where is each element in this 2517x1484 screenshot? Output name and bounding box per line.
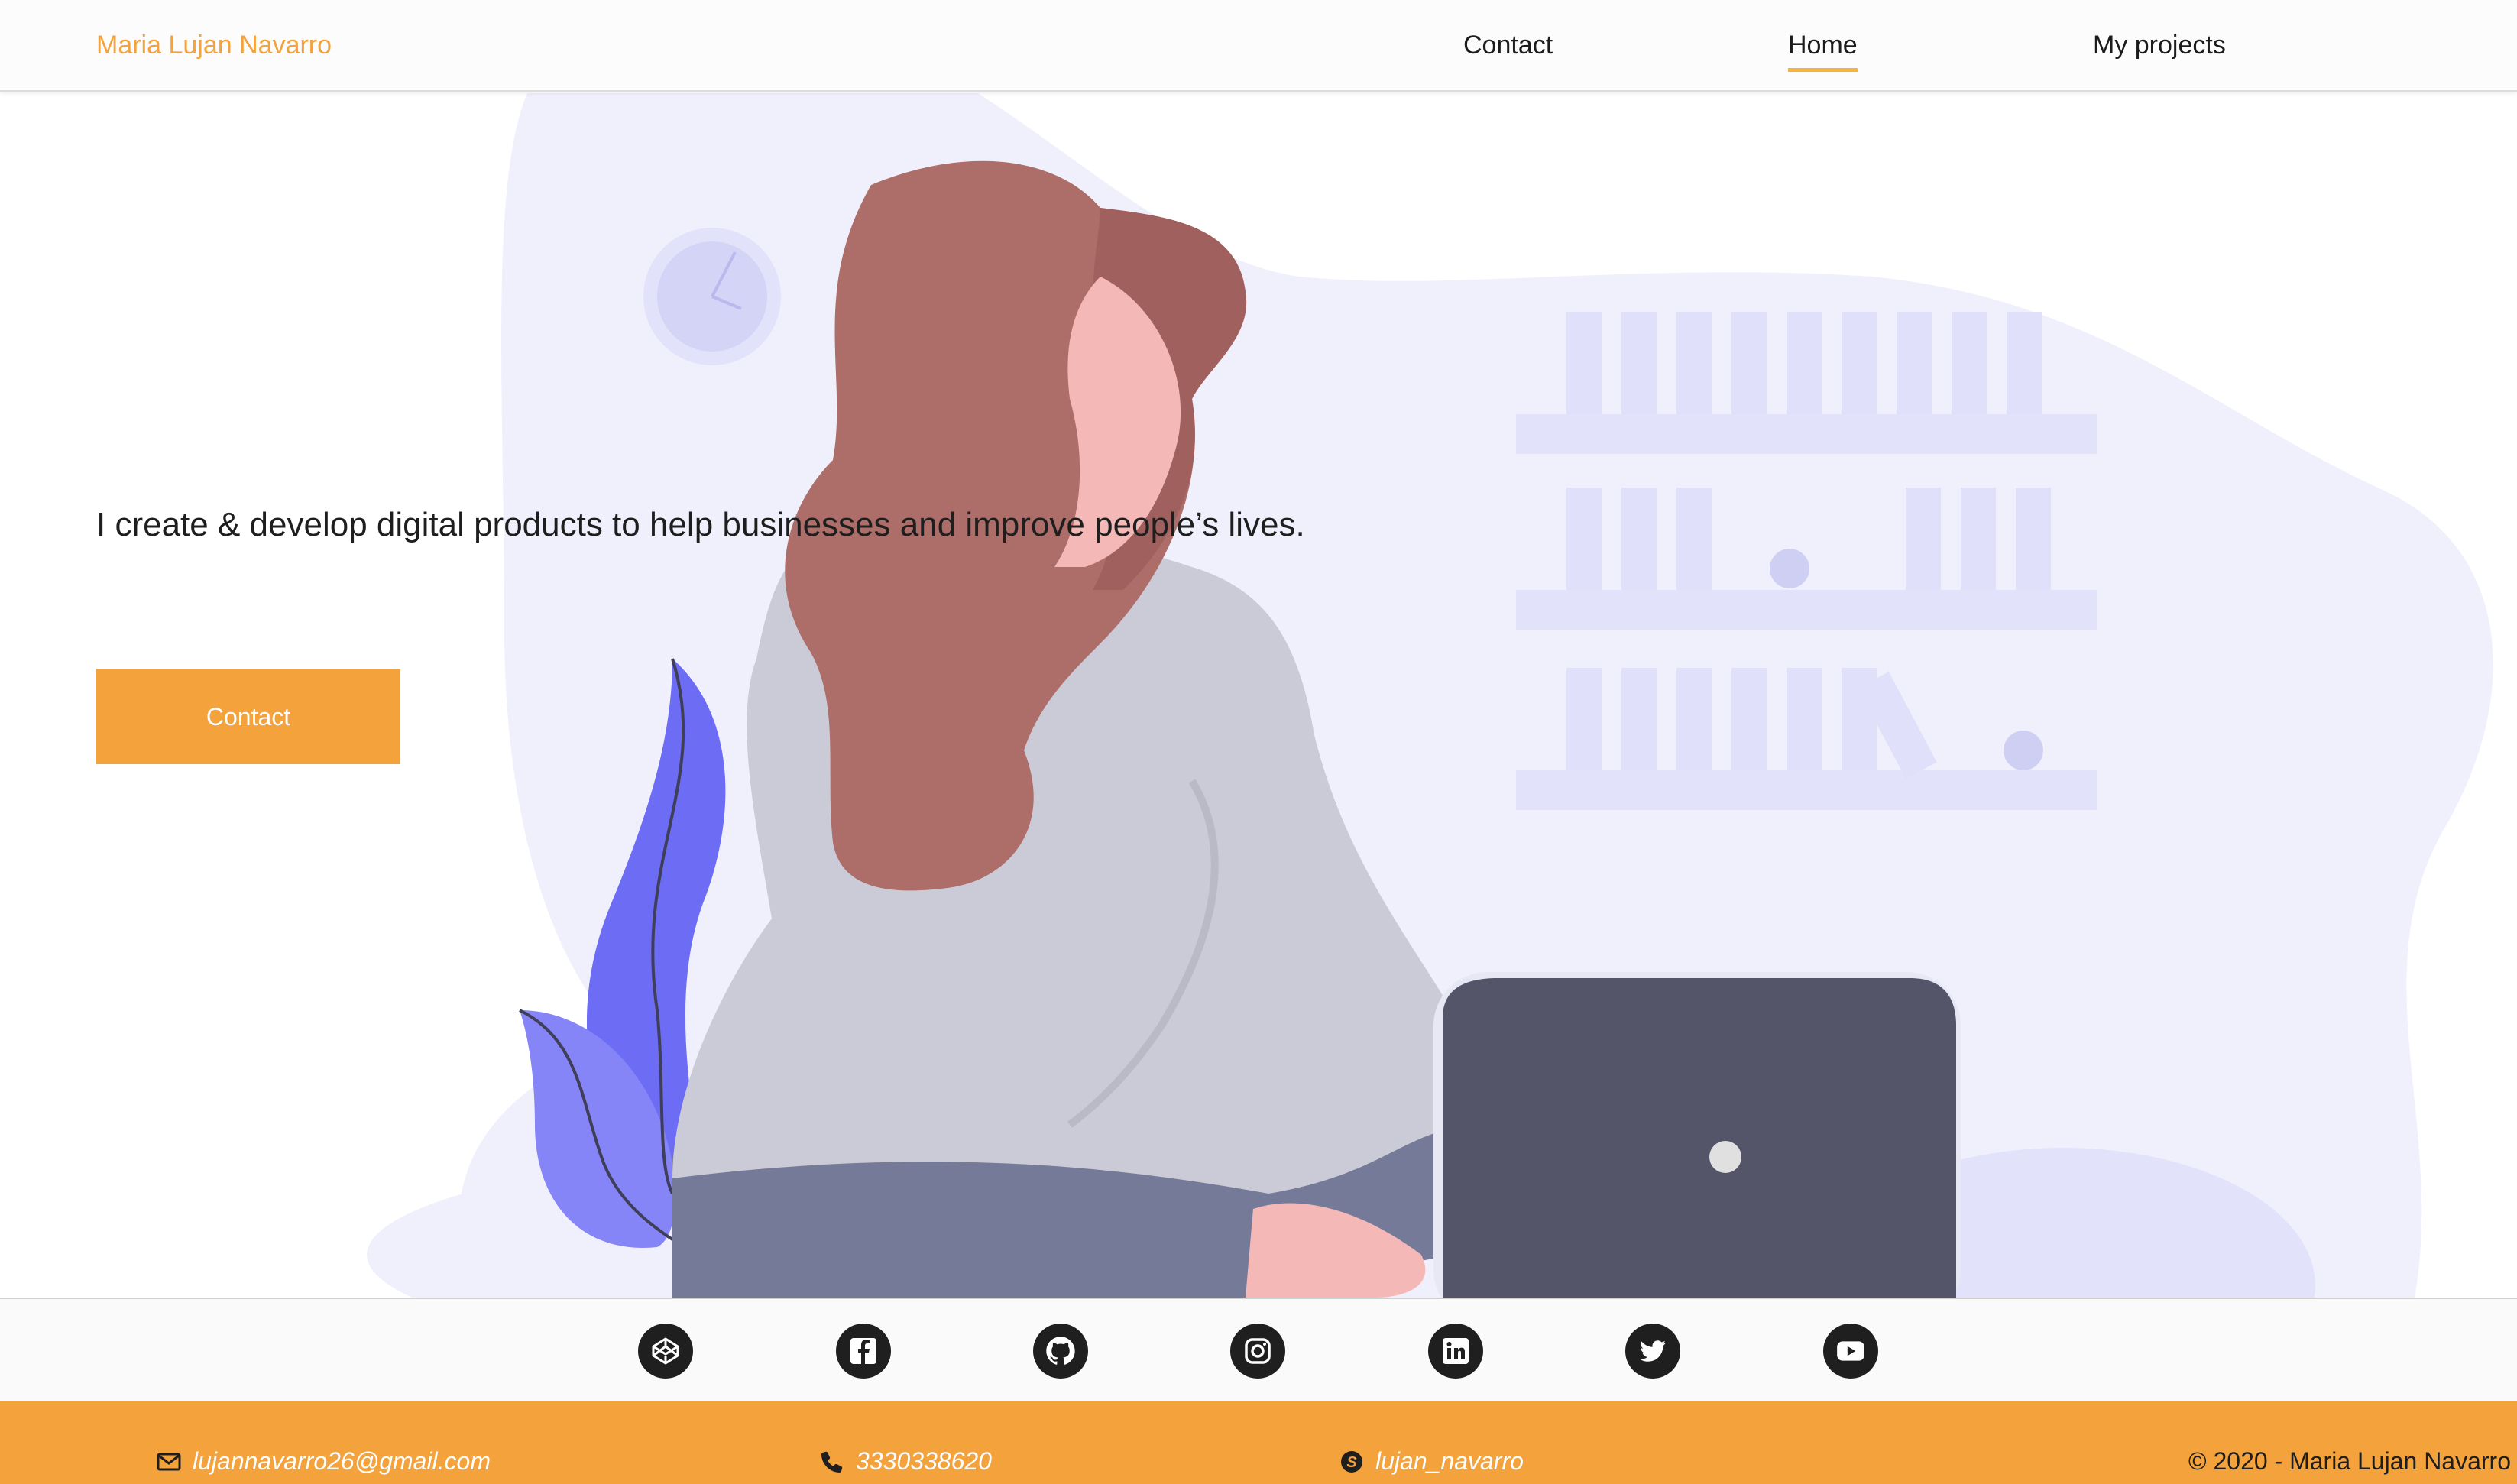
site-footer: lujannavarro26@gmail.com 3330338620 S lu…: [0, 1401, 2517, 1484]
svg-text:S: S: [1346, 1454, 1357, 1471]
phone-icon: [821, 1451, 843, 1473]
social-bar: [0, 1298, 2517, 1401]
youtube-icon[interactable]: [1823, 1324, 1878, 1379]
facebook-icon[interactable]: [836, 1324, 891, 1379]
twitter-icon[interactable]: [1625, 1324, 1680, 1379]
brand-name[interactable]: Maria Lujan Navarro: [96, 31, 332, 60]
codepen-icon[interactable]: [638, 1324, 693, 1379]
mail-icon: [157, 1453, 181, 1470]
footer-email[interactable]: lujannavarro26@gmail.com: [156, 1447, 491, 1476]
site-header: Maria Lujan Navarro Contact Home My proj…: [0, 0, 2517, 92]
hero-section: I create & develop digital products to h…: [0, 93, 2517, 1298]
instagram-icon[interactable]: [1230, 1324, 1285, 1379]
footer-email-text[interactable]: lujannavarro26@gmail.com: [193, 1447, 491, 1476]
nav-home[interactable]: Home: [1788, 31, 1858, 72]
footer-phone-text[interactable]: 3330338620: [856, 1447, 992, 1476]
laptop-illustration: [1433, 972, 1961, 1298]
linkedin-icon[interactable]: [1428, 1324, 1483, 1379]
skype-icon: S: [1341, 1450, 1362, 1473]
hero-tagline: I create & develop digital products to h…: [96, 506, 1305, 543]
footer-phone[interactable]: 3330338620: [819, 1447, 992, 1476]
footer-skype-text[interactable]: lujan_navarro: [1375, 1447, 1524, 1476]
footer-copyright: © 2020 - Maria Lujan Navarro: [2188, 1447, 2511, 1475]
github-icon[interactable]: [1033, 1324, 1088, 1379]
nav-contact[interactable]: Contact: [1463, 31, 1553, 60]
nav-my-projects[interactable]: My projects: [2093, 31, 2226, 60]
hero-contact-button[interactable]: Contact: [96, 669, 400, 764]
footer-skype[interactable]: S lujan_navarro: [1339, 1447, 1524, 1476]
clock-icon: [643, 228, 781, 365]
